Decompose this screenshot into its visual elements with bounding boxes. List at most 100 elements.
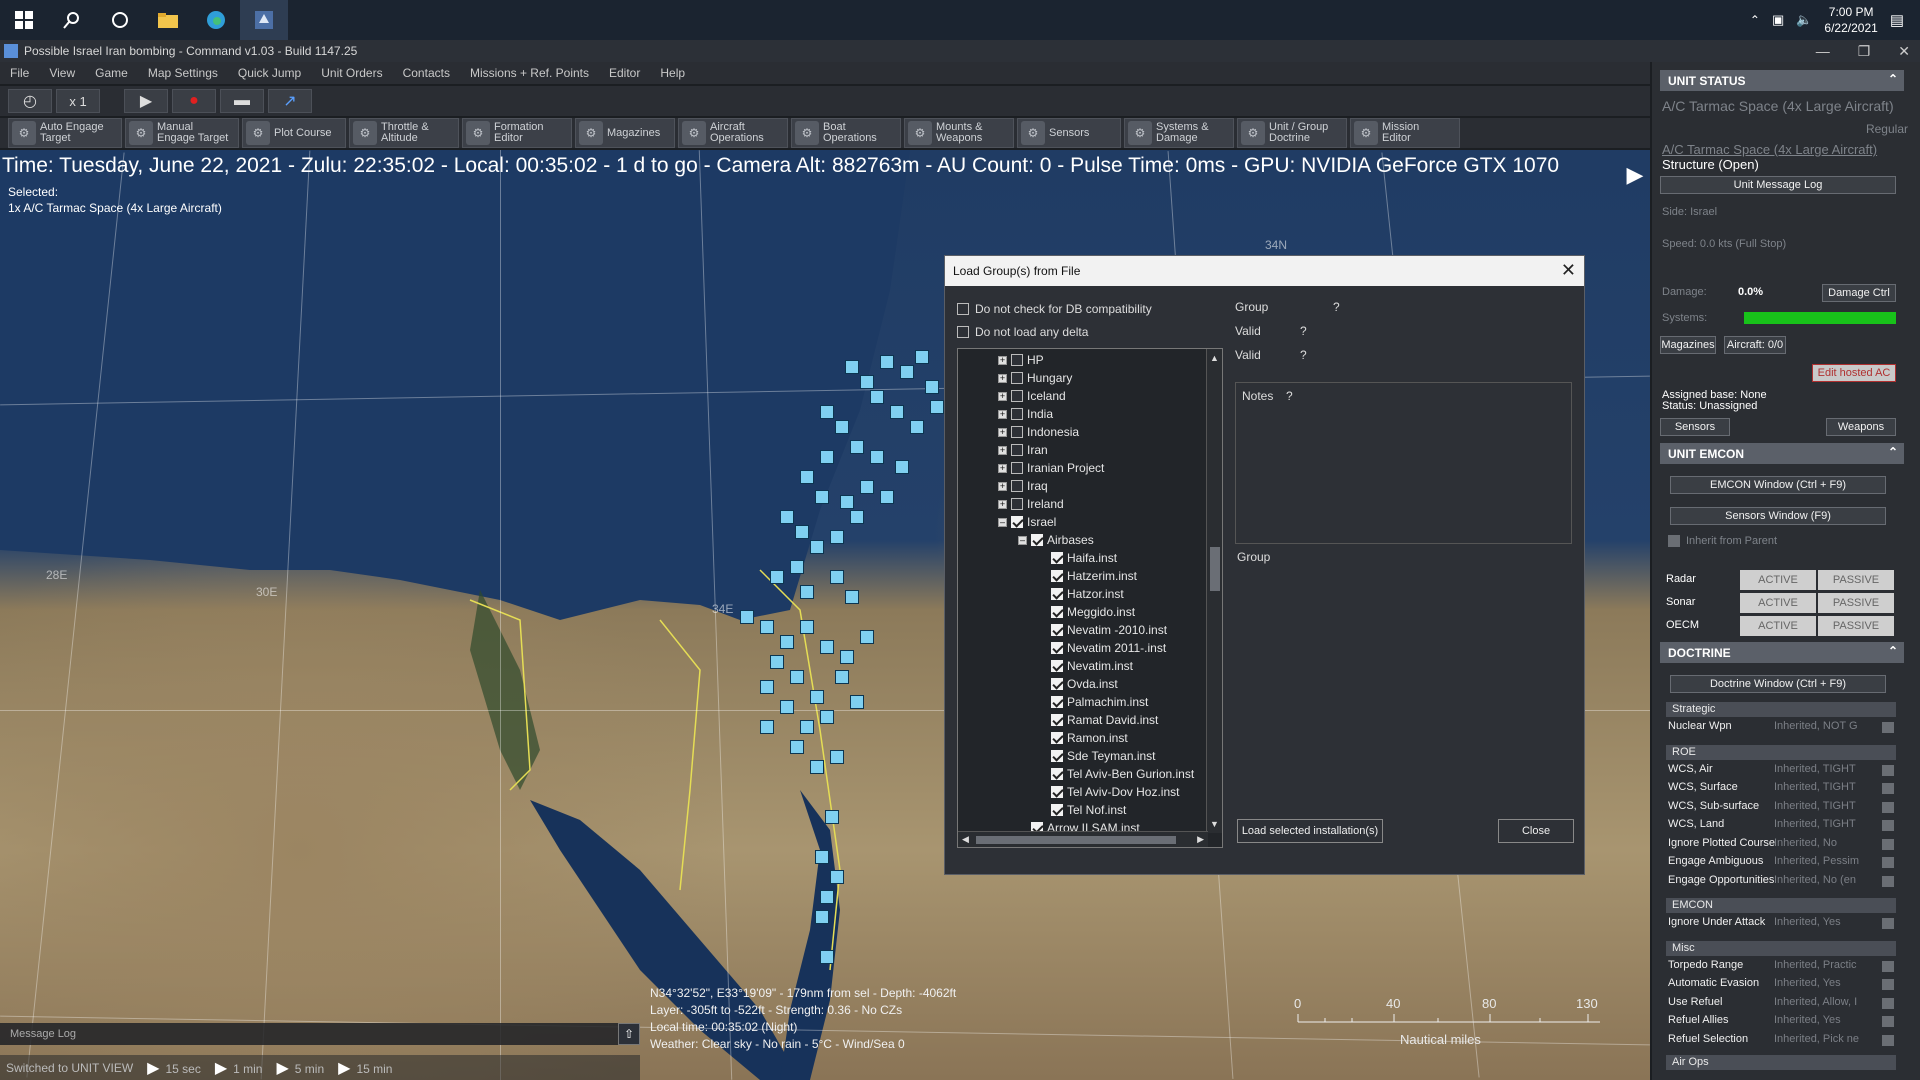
sensors-window-button[interactable]: Sensors Window (F9): [1670, 507, 1886, 525]
doctrine-toggle[interactable]: [1882, 838, 1894, 850]
unit-status-header[interactable]: UNIT STATUS ⌃: [1660, 70, 1904, 91]
menu-editor[interactable]: Editor: [599, 66, 650, 80]
unit-marker[interactable]: [815, 850, 829, 864]
unit-emcon-header[interactable]: UNIT EMCON ⌃: [1660, 443, 1904, 464]
inherit-checkbox[interactable]: [1668, 535, 1680, 547]
chevron-up-icon[interactable]: ⌃: [1750, 13, 1760, 27]
unit-class-link[interactable]: A/C Tarmac Space (4x Large Aircraft): [1662, 142, 1877, 157]
unit-marker[interactable]: [890, 405, 904, 419]
doctrine-row[interactable]: WCS, Air Inherited, TIGHT: [1666, 763, 1906, 778]
unit-marker[interactable]: [825, 810, 839, 824]
tree-checkbox[interactable]: [1031, 534, 1043, 546]
close-icon[interactable]: ✕: [1561, 260, 1576, 281]
expand-icon[interactable]: +: [998, 499, 1007, 509]
windows-start-icon[interactable]: [0, 0, 48, 40]
toolbar-button-10[interactable]: ⚙ Systems & Damage: [1124, 118, 1234, 148]
scroll-left-icon[interactable]: ◀: [962, 834, 969, 845]
tree-checkbox[interactable]: [1051, 804, 1063, 816]
unit-marker[interactable]: [830, 870, 844, 884]
doctrine-toggle[interactable]: [1882, 918, 1894, 929]
unit-marker[interactable]: [870, 450, 884, 464]
unit-marker[interactable]: [835, 670, 849, 684]
tree-item[interactable]: Ramon.inst: [1038, 729, 1128, 747]
emcon-passive-button[interactable]: PASSIVE: [1818, 616, 1894, 636]
tree-item[interactable]: + Iceland: [998, 387, 1066, 405]
collapse-icon[interactable]: –: [1018, 535, 1027, 545]
toolbar-button-6[interactable]: ⚙ Aircraft Operations: [678, 118, 788, 148]
help-icon[interactable]: ?: [1300, 324, 1307, 338]
unit-marker[interactable]: [850, 440, 864, 454]
maximize-icon[interactable]: ❐: [1858, 40, 1871, 62]
unit-marker[interactable]: [880, 490, 894, 504]
tree-item[interactable]: Haifa.inst: [1038, 549, 1117, 567]
unit-marker[interactable]: [795, 525, 809, 539]
unit-marker[interactable]: [780, 635, 794, 649]
aircraft-button[interactable]: Aircraft: 0/0: [1724, 336, 1786, 354]
tree-item[interactable]: Tel Aviv-Dov Hoz.inst: [1038, 783, 1179, 801]
help-icon[interactable]: ?: [1286, 389, 1293, 403]
record-icon[interactable]: ●: [172, 89, 216, 113]
tree-checkbox[interactable]: [1011, 480, 1023, 492]
doctrine-row[interactable]: Engage Ambiguous Inherited, Pessim: [1666, 855, 1906, 870]
tree-checkbox[interactable]: [1011, 462, 1023, 474]
tree-item[interactable]: – Airbases: [1018, 531, 1094, 549]
expand-log-icon[interactable]: ⇧: [618, 1023, 640, 1045]
expand-icon[interactable]: +: [998, 481, 1007, 491]
edit-hosted-ac-button[interactable]: Edit hosted AC: [1812, 364, 1896, 382]
menu-map-settings[interactable]: Map Settings: [138, 66, 228, 80]
unit-marker[interactable]: [780, 510, 794, 524]
play-icon[interactable]: ▶: [124, 89, 168, 113]
doctrine-row[interactable]: Ignore Under Attack Inherited, Yes: [1666, 916, 1906, 931]
message-log[interactable]: Message Log: [0, 1023, 620, 1045]
unit-marker[interactable]: [760, 680, 774, 694]
toolbar-button-11[interactable]: ⚙ Unit / Group Doctrine: [1237, 118, 1347, 148]
tree-checkbox[interactable]: [1011, 372, 1023, 384]
unit-message-log-button[interactable]: Unit Message Log: [1660, 176, 1896, 194]
unit-marker[interactable]: [845, 360, 859, 374]
unit-marker[interactable]: [820, 405, 834, 419]
tree-item[interactable]: Tel Aviv-Ben Gurion.inst: [1038, 765, 1194, 783]
menu-missions[interactable]: Missions + Ref. Points: [460, 66, 599, 80]
tree-item[interactable]: Nevatim.inst: [1038, 657, 1133, 675]
toolbar-button-5[interactable]: ⚙ Magazines: [575, 118, 675, 148]
tree-item[interactable]: + Hungary: [998, 369, 1072, 387]
clock[interactable]: 7:00 PM 6/22/2021: [1824, 4, 1877, 36]
menu-view[interactable]: View: [39, 66, 85, 80]
unit-marker[interactable]: [880, 355, 894, 369]
doctrine-toggle[interactable]: [1882, 875, 1894, 887]
tree-item[interactable]: Meggido.inst: [1038, 603, 1135, 621]
doctrine-toggle[interactable]: [1882, 801, 1894, 813]
unit-marker[interactable]: [850, 510, 864, 524]
scroll-up-icon[interactable]: ▲: [1210, 353, 1219, 363]
tree-checkbox[interactable]: [1051, 660, 1063, 672]
expand-icon[interactable]: +: [998, 391, 1007, 401]
tree-item[interactable]: + Iranian Project: [998, 459, 1104, 477]
time-step-15min[interactable]: ▶ 15 min: [338, 1058, 392, 1078]
unit-marker[interactable]: [740, 610, 754, 624]
tree-item[interactable]: + Ireland: [998, 495, 1064, 513]
tree-checkbox[interactable]: [1051, 642, 1063, 654]
emcon-active-button[interactable]: ACTIVE: [1740, 570, 1816, 590]
emcon-active-button[interactable]: ACTIVE: [1740, 616, 1816, 636]
unit-marker[interactable]: [845, 590, 859, 604]
tree-item[interactable]: + Iran: [998, 441, 1048, 459]
unit-marker[interactable]: [780, 700, 794, 714]
doctrine-row[interactable]: Use Refuel Inherited, Allow, I: [1666, 996, 1906, 1011]
tree-item[interactable]: – Israel: [998, 513, 1056, 531]
command-app-icon[interactable]: [240, 0, 288, 40]
unit-marker[interactable]: [820, 950, 834, 964]
unit-marker[interactable]: [860, 630, 874, 644]
edge-browser-icon[interactable]: [192, 0, 240, 40]
tree-checkbox[interactable]: [1011, 354, 1023, 366]
toolbar-button-2[interactable]: ⚙ Plot Course: [242, 118, 346, 148]
minimize-icon[interactable]: —: [1816, 40, 1830, 62]
db-compat-option[interactable]: Do not check for DB compatibility: [957, 302, 1152, 316]
unit-marker[interactable]: [915, 350, 929, 364]
toolbar-button-12[interactable]: ⚙ Mission Editor: [1350, 118, 1460, 148]
unit-marker[interactable]: [830, 750, 844, 764]
doctrine-toggle[interactable]: [1882, 820, 1894, 831]
unit-marker[interactable]: [900, 365, 914, 379]
no-delta-option[interactable]: Do not load any delta: [957, 325, 1088, 339]
tree-item[interactable]: + India: [998, 405, 1053, 423]
unit-marker[interactable]: [860, 480, 874, 494]
